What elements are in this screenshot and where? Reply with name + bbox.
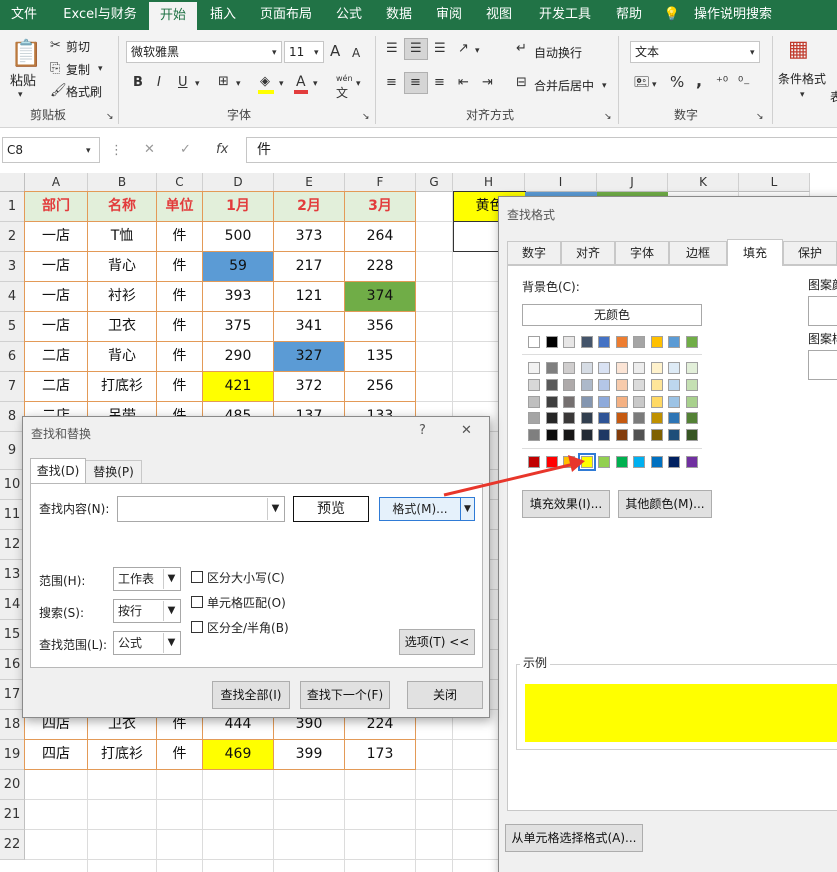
arrow-line xyxy=(443,462,575,497)
arrow-head xyxy=(568,455,585,472)
format-tab[interactable]: 边框 xyxy=(669,241,727,265)
find-format-tabs: 数字 对齐 字体 边框 填充 保护 xyxy=(507,239,837,266)
format-tab[interactable]: 字体 xyxy=(615,241,669,265)
annotation-arrow xyxy=(443,455,585,497)
format-tab[interactable]: 对齐 xyxy=(561,241,615,265)
format-tab[interactable]: 填充 xyxy=(727,239,783,266)
format-tab[interactable]: 数字 xyxy=(507,241,561,265)
format-tab[interactable]: 保护 xyxy=(783,241,837,265)
